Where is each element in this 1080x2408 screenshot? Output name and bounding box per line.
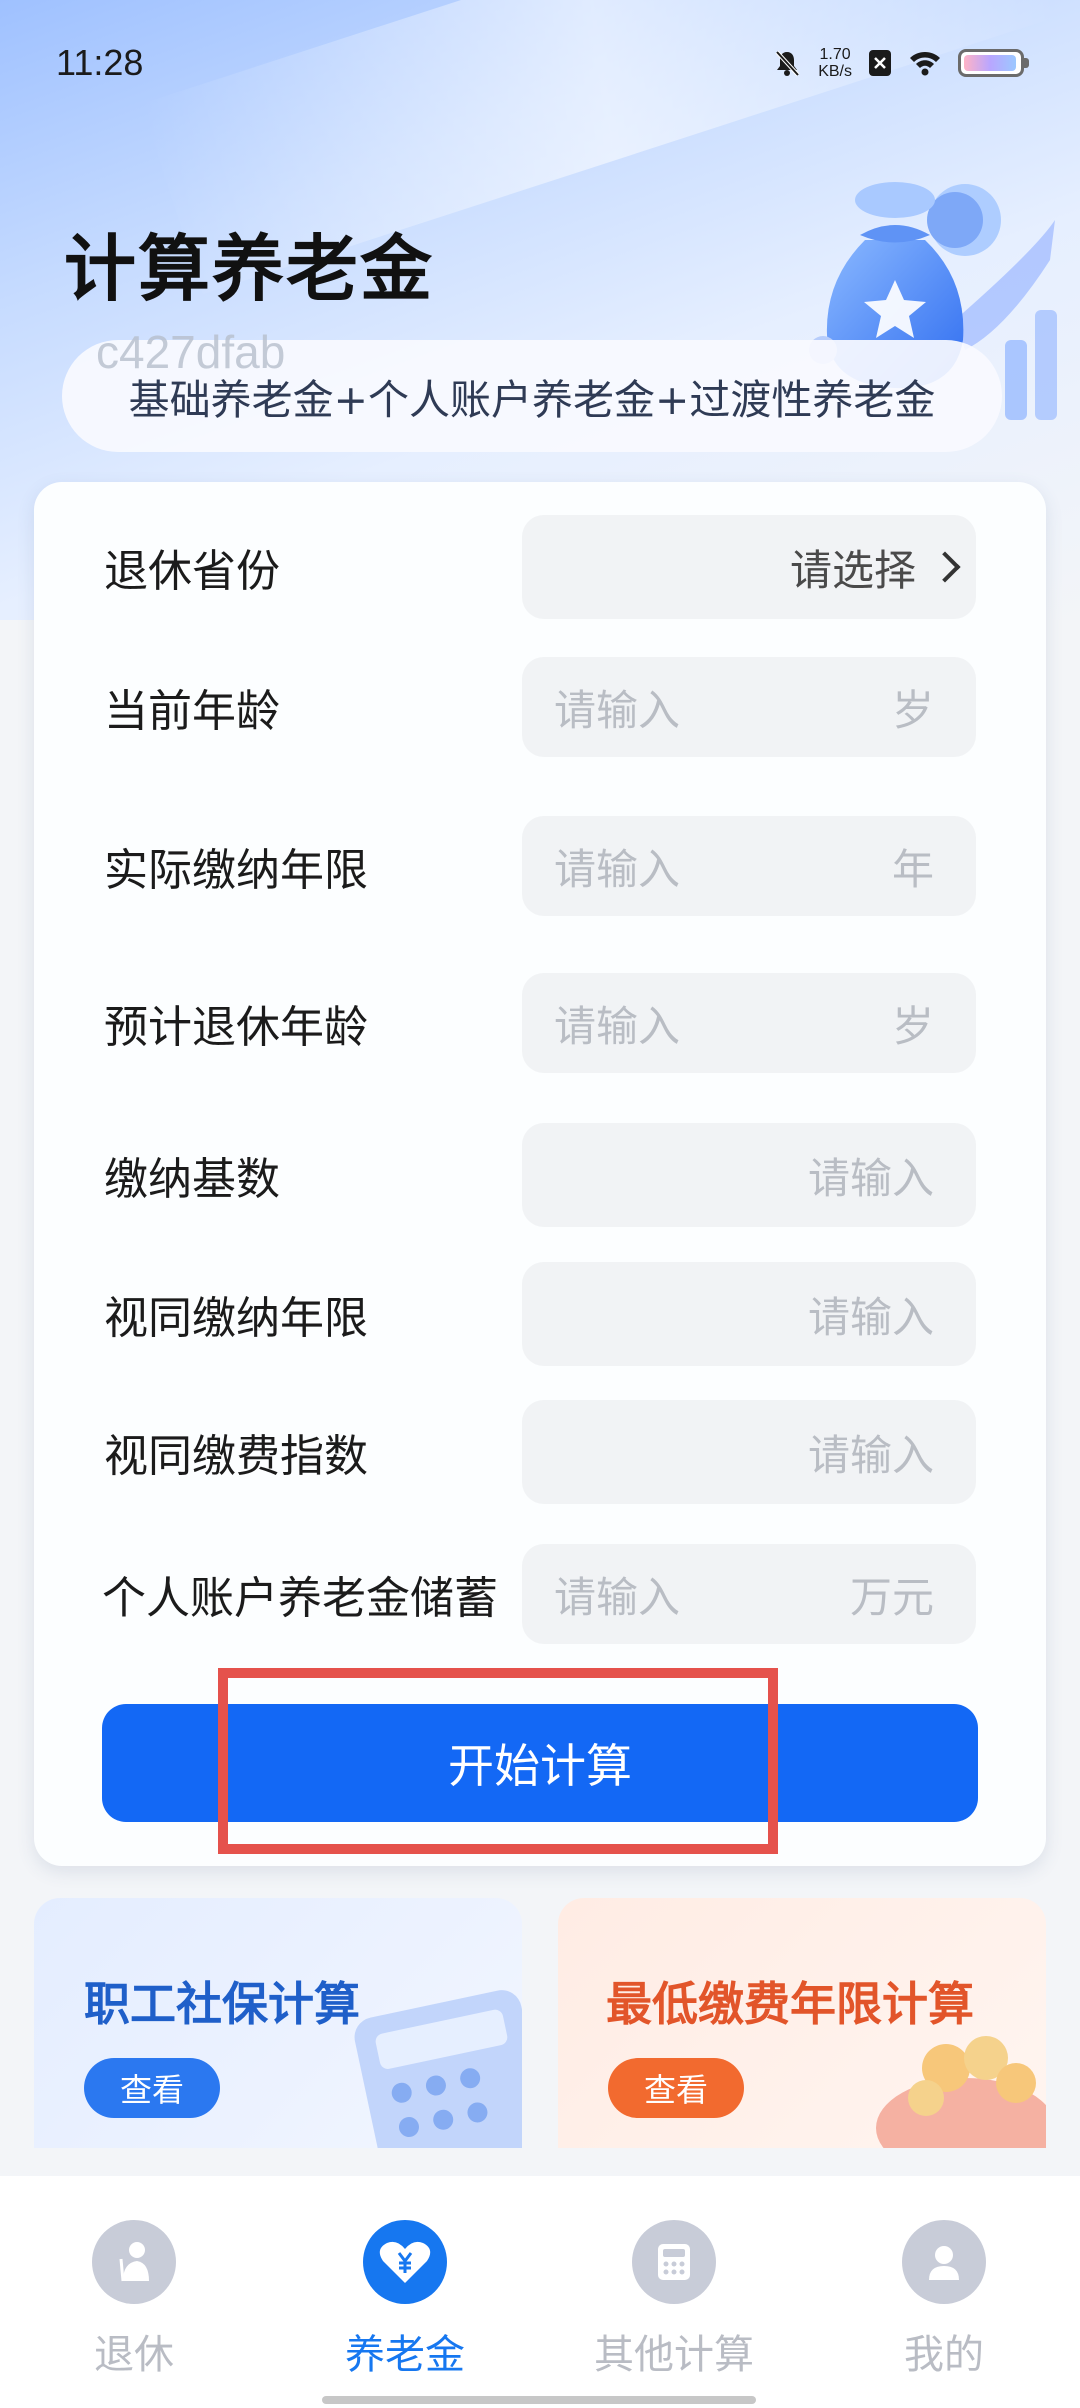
- tab-pension[interactable]: 养老金: [295, 2220, 515, 2380]
- net-speed-value: 1.70: [819, 45, 851, 63]
- promo-title-min-years: 最低缴费年限计算: [606, 1977, 974, 2031]
- tab-other-calc-label: 其他计算: [594, 2332, 754, 2378]
- form-row-account-savings: 个人账户养老金储蓄 请输入 万元: [34, 1544, 1046, 1644]
- net-speed-unit: KB/s: [818, 62, 852, 80]
- deemed-years-input[interactable]: 请输入: [522, 1262, 976, 1366]
- form-row-deemed-index: 视同缴费指数 请输入: [34, 1400, 1046, 1504]
- tab-pension-label: 养老金: [345, 2332, 465, 2378]
- view-button-social-security[interactable]: 查看: [84, 2058, 220, 2118]
- start-calculation-button[interactable]: 开始计算: [102, 1704, 978, 1822]
- chevron-right-icon: [929, 551, 961, 583]
- contribution-base-label: 缴纳基数: [104, 1154, 280, 1205]
- pension-form-card: 退休省份 请选择 当前年龄 请输入 岁 实际缴纳年限 请输入 年 预计退休年龄 …: [34, 482, 1046, 1866]
- province-select-value: 请选择: [789, 545, 916, 595]
- form-row-retire-age: 预计退休年龄 请输入 岁: [34, 973, 1046, 1073]
- start-calculation-label: 开始计算: [448, 1739, 632, 1793]
- deemed-index-label: 视同缴费指数: [104, 1431, 368, 1482]
- retire-age-label: 预计退休年龄: [104, 1002, 368, 1053]
- province-label: 退休省份: [104, 546, 280, 597]
- deemed-index-input[interactable]: 请输入: [522, 1400, 976, 1504]
- network-speed: 1.70 KB/s: [818, 46, 852, 80]
- promo-title-social-security: 职工社保计算: [84, 1977, 360, 2031]
- tab-retire[interactable]: 退休: [24, 2220, 244, 2380]
- form-row-province: 退休省份 请选择: [34, 515, 1046, 619]
- form-row-current-age: 当前年龄 请输入 岁: [34, 657, 1046, 757]
- retire-age-unit: 岁: [891, 1001, 934, 1051]
- retire-age-placeholder: 请输入: [554, 1001, 681, 1051]
- calculator-icon: [632, 2220, 716, 2304]
- current-age-unit: 岁: [891, 685, 934, 735]
- sim-disabled-icon: [869, 49, 891, 76]
- tab-other-calc[interactable]: 其他计算: [564, 2220, 784, 2380]
- view-button-min-years[interactable]: 查看: [608, 2058, 744, 2118]
- paid-years-label: 实际缴纳年限: [104, 845, 368, 896]
- tab-retire-label: 退休: [94, 2332, 174, 2378]
- contribution-base-input[interactable]: 请输入: [522, 1123, 976, 1227]
- status-bar: 11:28 1.70 KB/s: [0, 0, 1080, 125]
- deemed-years-label: 视同缴纳年限: [104, 1293, 368, 1344]
- retire-icon: [92, 2220, 176, 2304]
- home-indicator[interactable]: [322, 2396, 756, 2404]
- form-row-base: 缴纳基数 请输入: [34, 1123, 1046, 1227]
- wifi-icon: [910, 51, 940, 75]
- tab-mine[interactable]: 我的: [834, 2220, 1054, 2380]
- promo-card-min-years[interactable]: 最低缴费年限计算 查看: [558, 1898, 1046, 2148]
- status-icons: 1.70 KB/s: [772, 46, 1029, 80]
- promo-card-social-security[interactable]: 职工社保计算 查看: [34, 1898, 522, 2148]
- battery-icon: [958, 48, 1029, 77]
- deemed-index-placeholder: 请输入: [807, 1430, 934, 1480]
- mute-bell-icon: [775, 50, 800, 76]
- current-age-placeholder: 请输入: [554, 685, 681, 735]
- paid-years-unit: 年: [891, 844, 934, 894]
- province-select[interactable]: 请选择: [522, 515, 976, 619]
- account-savings-label: 个人账户养老金储蓄: [102, 1573, 498, 1624]
- current-age-label: 当前年龄: [104, 686, 280, 737]
- current-age-input[interactable]: 请输入 岁: [522, 657, 976, 757]
- account-savings-unit: 万元: [849, 1572, 934, 1622]
- tab-mine-label: 我的: [904, 2332, 984, 2378]
- form-row-paid-years: 实际缴纳年限 请输入 年: [34, 816, 1046, 916]
- page-title: 计算养老金: [64, 227, 435, 311]
- profile-icon: [902, 2220, 986, 2304]
- retire-age-input[interactable]: 请输入 岁: [522, 973, 976, 1073]
- account-savings-input[interactable]: 请输入 万元: [522, 1544, 976, 1644]
- status-time: 11:28: [56, 41, 144, 83]
- paid-years-input[interactable]: 请输入 年: [522, 816, 976, 916]
- deemed-years-placeholder: 请输入: [807, 1292, 934, 1342]
- contribution-base-placeholder: 请输入: [807, 1153, 934, 1203]
- pension-heart-icon: [363, 2220, 447, 2304]
- paid-years-placeholder: 请输入: [554, 844, 681, 894]
- account-savings-placeholder: 请输入: [554, 1572, 681, 1622]
- watermark-text: c427dfab: [96, 326, 286, 378]
- coin-bag-illustration-icon: [876, 2036, 1046, 2148]
- form-row-deemed-years: 视同缴纳年限 请输入: [34, 1262, 1046, 1366]
- bottom-tab-bar: 退休 养老金 其他计算 我的: [0, 2176, 1080, 2408]
